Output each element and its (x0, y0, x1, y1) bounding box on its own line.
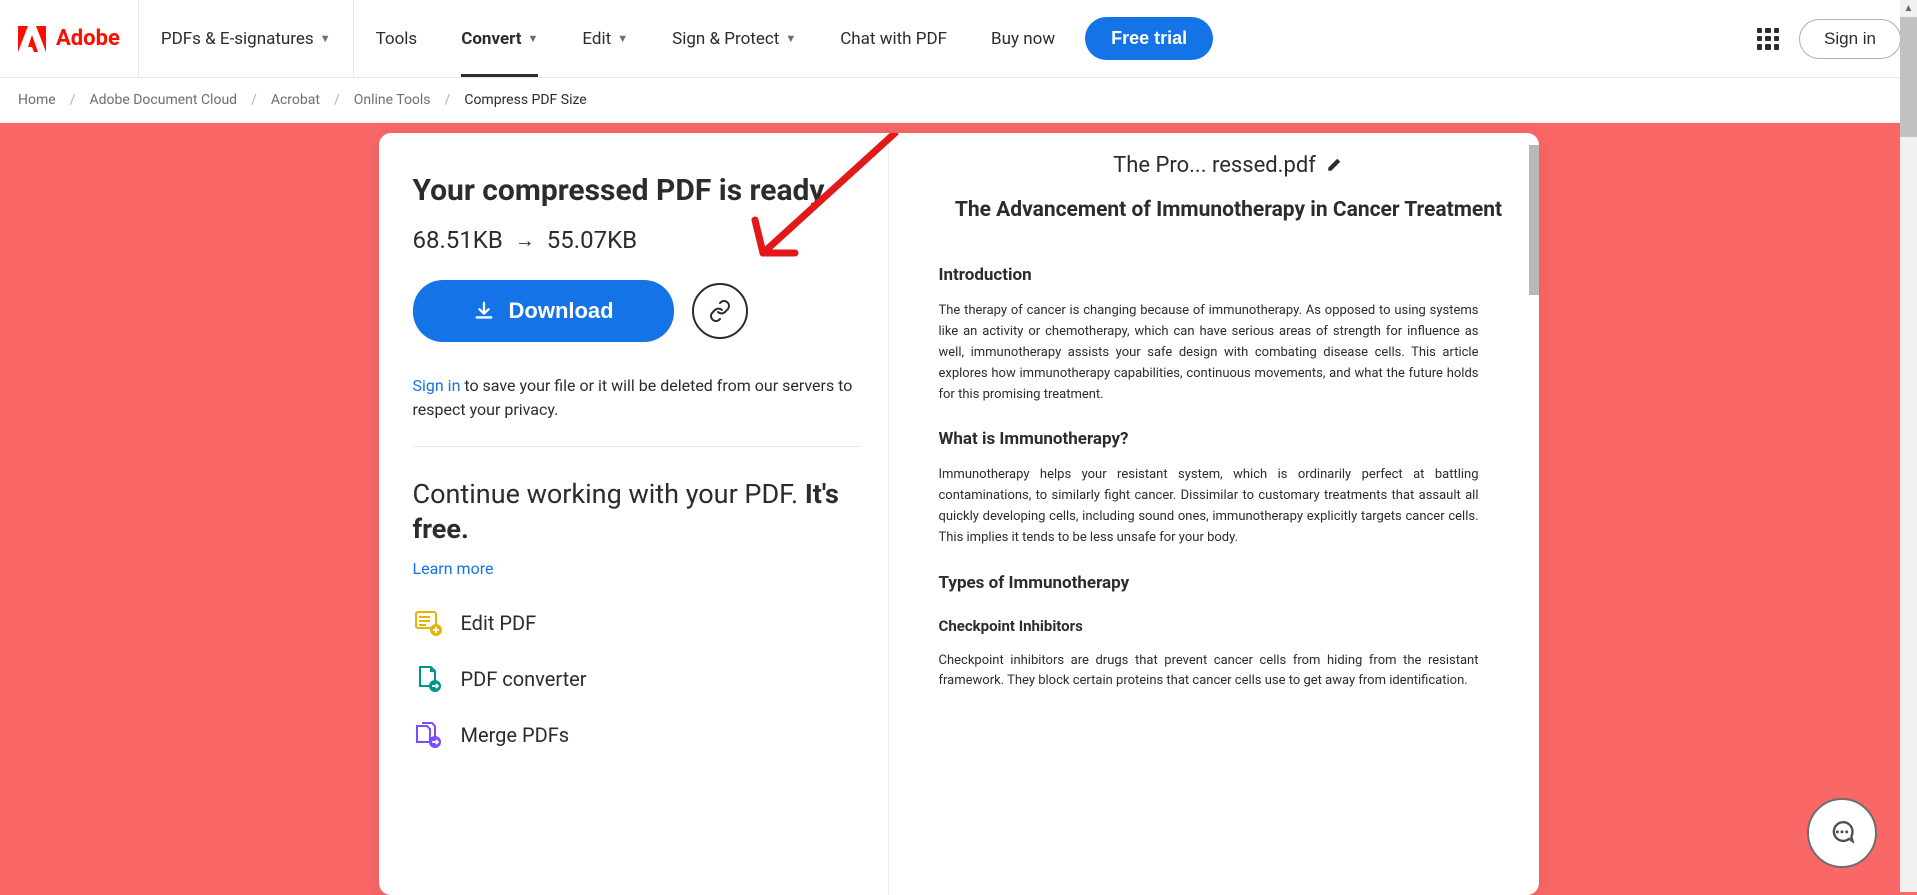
breadcrumb-separator: / (70, 92, 76, 108)
signin-note-text: to save your file or it will be deleted … (413, 376, 853, 419)
preview-pane[interactable]: The Pro... ressed.pdf The Advancement of… (889, 133, 1539, 895)
nav-label: Convert (461, 29, 521, 49)
breadcrumb-doc-cloud[interactable]: Adobe Document Cloud (89, 92, 237, 108)
learn-more-link[interactable]: Learn more (413, 559, 494, 578)
breadcrumb-separator: / (334, 92, 340, 108)
chat-icon (1828, 819, 1856, 847)
tool-label: Merge PDFs (461, 723, 570, 747)
continue-title: Continue working with your PDF. It's fre… (413, 477, 860, 547)
download-label: Download (509, 298, 614, 324)
tool-label: Edit PDF (461, 611, 537, 635)
adobe-logo-text: Adobe (56, 26, 120, 51)
sign-in-button[interactable]: Sign in (1799, 19, 1901, 59)
tool-list: Edit PDF PDF converter (413, 608, 860, 750)
arrow-right-icon: → (515, 228, 535, 253)
file-title-row: The Pro... ressed.pdf (929, 153, 1529, 178)
nav-label: Sign & Protect (672, 29, 779, 49)
share-link-button[interactable] (692, 283, 748, 339)
edit-pdf-icon (413, 608, 443, 638)
nav-tools[interactable]: Tools (354, 0, 440, 77)
breadcrumb-acrobat[interactable]: Acrobat (271, 92, 320, 108)
continue-text-1: Continue working with your PDF. (413, 478, 805, 510)
app-switcher-icon[interactable] (1757, 28, 1779, 50)
pdf-converter-icon (413, 664, 443, 694)
breadcrumb-home[interactable]: Home (18, 92, 56, 108)
signin-note: Sign in to save your file or it will be … (413, 374, 860, 447)
preview-scrollbar[interactable] (1529, 145, 1539, 295)
ready-title: Your compressed PDF is ready (413, 173, 860, 208)
adobe-logo-icon (18, 26, 46, 52)
merge-pdfs-icon (413, 720, 443, 750)
button-row: Download (413, 280, 860, 342)
nav-convert[interactable]: Convert ▼ (439, 0, 560, 77)
breadcrumb: Home / Adobe Document Cloud / Acrobat / … (0, 78, 1917, 123)
left-pane: Your compressed PDF is ready 68.51KB → 5… (379, 133, 889, 895)
nav-buy-now[interactable]: Buy now (969, 0, 1077, 77)
page-scrollbar[interactable]: ▲ (1900, 0, 1917, 892)
nav-label: Edit (582, 29, 611, 49)
tool-pdf-converter[interactable]: PDF converter (413, 664, 860, 694)
nav-pdfs-esignatures[interactable]: PDFs & E-signatures ▼ (139, 0, 354, 77)
doc-paragraph: Checkpoint inhibitors are drugs that pre… (939, 651, 1479, 693)
scroll-up-arrow-icon[interactable]: ▲ (1900, 0, 1917, 17)
adobe-logo[interactable]: Adobe (0, 0, 139, 77)
rename-button[interactable] (1326, 155, 1344, 177)
compressed-size: 55.07KB (547, 226, 637, 254)
free-trial-button[interactable]: Free trial (1085, 17, 1213, 60)
nav-items: PDFs & E-signatures ▼ Tools Convert ▼ Ed… (139, 0, 1213, 77)
preview-scrollbar-thumb[interactable] (1529, 145, 1539, 295)
chevron-down-icon: ▼ (320, 32, 331, 45)
breadcrumb-online-tools[interactable]: Online Tools (354, 92, 431, 108)
doc-paragraph: Immunotherapy helps your resistant syste… (939, 465, 1479, 548)
topbar-right: Sign in (1757, 19, 1901, 59)
breadcrumb-separator: / (445, 92, 451, 108)
chevron-down-icon: ▼ (785, 32, 796, 45)
nav-label: PDFs & E-signatures (161, 29, 314, 49)
breadcrumb-separator: / (251, 92, 257, 108)
breadcrumb-current: Compress PDF Size (464, 92, 586, 108)
size-comparison: 68.51KB → 55.07KB (413, 226, 860, 254)
doc-heading-what: What is Immunotherapy? (939, 429, 1479, 449)
tool-edit-pdf[interactable]: Edit PDF (413, 608, 860, 638)
tool-merge-pdfs[interactable]: Merge PDFs (413, 720, 860, 750)
nav-sign-protect[interactable]: Sign & Protect ▼ (650, 0, 818, 77)
main-canvas: Your compressed PDF is ready 68.51KB → 5… (0, 123, 1917, 895)
nav-label: Buy now (991, 29, 1055, 49)
doc-heading-types: Types of Immunotherapy (939, 573, 1479, 593)
pencil-icon (1326, 155, 1344, 173)
signin-link[interactable]: Sign in (413, 376, 461, 395)
file-name: The Pro... ressed.pdf (1113, 153, 1316, 178)
doc-subheading-checkpoint: Checkpoint Inhibitors (939, 617, 1479, 635)
doc-heading-intro: Introduction (939, 265, 1479, 285)
chevron-down-icon: ▼ (617, 32, 628, 45)
download-icon (473, 300, 495, 322)
tool-label: PDF converter (461, 667, 587, 691)
nav-label: Tools (376, 29, 418, 49)
link-icon (708, 299, 732, 323)
nav-label: Chat with PDF (840, 29, 947, 49)
top-navigation: Adobe PDFs & E-signatures ▼ Tools Conver… (0, 0, 1917, 78)
doc-title: The Advancement of Immunotherapy in Canc… (929, 196, 1529, 225)
result-card: Your compressed PDF is ready 68.51KB → 5… (379, 133, 1539, 895)
page-scrollbar-thumb[interactable] (1900, 17, 1917, 137)
chevron-down-icon: ▼ (528, 32, 539, 45)
original-size: 68.51KB (413, 226, 503, 254)
download-button[interactable]: Download (413, 280, 674, 342)
doc-paragraph: The therapy of cancer is changing becaus… (939, 301, 1479, 405)
nav-chat-pdf[interactable]: Chat with PDF (818, 0, 969, 77)
chat-help-button[interactable] (1807, 798, 1877, 868)
nav-edit[interactable]: Edit ▼ (560, 0, 650, 77)
